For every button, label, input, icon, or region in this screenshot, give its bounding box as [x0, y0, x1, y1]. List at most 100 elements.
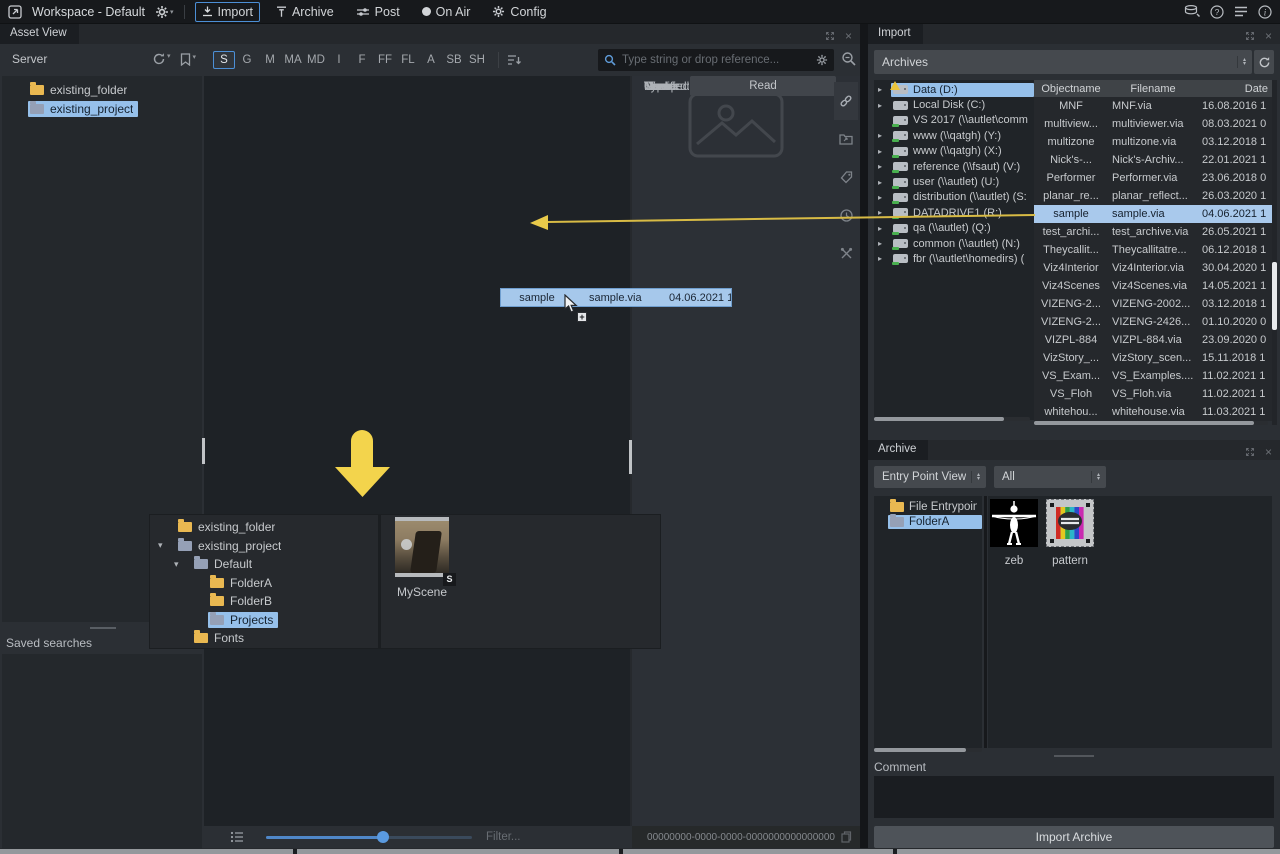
drive-tree-item[interactable]: ▸ Data (D:) [874, 82, 1034, 97]
dragged-asset-row[interactable]: sample sample.via 04.06.2021 1 [500, 288, 732, 307]
drive-tree-item[interactable]: ▸ fbr (\\autlet\homedirs) ( [874, 251, 1034, 266]
tools-icon[interactable] [834, 234, 858, 272]
workspace-icon[interactable] [8, 5, 22, 19]
table-row[interactable]: VIZENG-2... VIZENG-2426... 01.10.2020 0 [1034, 313, 1272, 331]
table-row[interactable]: VIZENG-2... VIZENG-2002... 03.12.2018 1 [1034, 295, 1272, 313]
drive-tree-item[interactable]: ▸ qa (\\autlet) (Q:) [874, 221, 1034, 236]
table-row[interactable]: sample sample.via 04.06.2021 1 [1034, 205, 1272, 223]
window-resize-bar[interactable] [0, 849, 1280, 854]
expand-panel-icon[interactable] [1245, 447, 1255, 457]
sort-icon[interactable] [507, 54, 522, 66]
copy-icon[interactable] [841, 831, 852, 843]
archive-item[interactable]: zeb [990, 499, 1038, 748]
table-row[interactable]: Nick's-... Nick's-Archiv... 22.01.2021 1 [1034, 151, 1272, 169]
table-row[interactable]: Viz4Scenes Viz4Scenes.via 14.05.2021 1 [1034, 277, 1272, 295]
drive-tree-item[interactable]: VS 2017 (\\autlet\comm [874, 113, 1034, 128]
scrollbar-thumb[interactable] [1272, 262, 1277, 330]
table-row[interactable]: VizStory_... VizStory_scen... 15.11.2018… [1034, 349, 1272, 367]
expander-icon[interactable]: ▸ [878, 193, 891, 202]
project-tree-item[interactable]: FolderA [150, 574, 378, 593]
type-filter-button[interactable]: G [236, 51, 258, 69]
expander-icon[interactable]: ▸ [878, 208, 891, 217]
list-view-icon[interactable] [230, 831, 244, 843]
project-tree-item[interactable]: ▾ existing_project [150, 537, 378, 556]
expander-icon[interactable]: ▸ [878, 254, 891, 263]
type-filter-button[interactable]: FL [397, 51, 419, 69]
server-tree-item[interactable]: existing_folder [2, 80, 202, 99]
table-row[interactable]: test_archi... test_archive.via 26.05.202… [1034, 223, 1272, 241]
table-row[interactable]: VS_Exam... VS_Examples.... 11.02.2021 1 [1034, 367, 1272, 385]
table-row[interactable]: Viz4Interior Viz4Interior.via 30.04.2020… [1034, 259, 1272, 277]
asset-browser-canvas[interactable]: sample sample.via 04.06.2021 1 + [204, 76, 630, 826]
info-icon[interactable]: i [1258, 5, 1272, 19]
expander-icon[interactable]: ▸ [878, 162, 891, 171]
project-tree-item[interactable]: FolderB [150, 592, 378, 611]
workspace-settings-gear-icon[interactable]: ▾ [155, 5, 174, 19]
refresh-button[interactable] [1254, 50, 1274, 74]
project-tree-item[interactable]: Fonts [150, 629, 378, 648]
close-panel-icon[interactable]: × [1265, 31, 1272, 41]
type-filter-button[interactable]: MD [305, 51, 327, 69]
project-tree-item[interactable]: existing_folder [150, 518, 378, 537]
drive-tree-item[interactable]: ▸ www (\\qatgh) (Y:) [874, 128, 1034, 143]
drive-tree-item[interactable]: ▸ common (\\autlet) (N:) [874, 236, 1034, 251]
type-filter-button[interactable]: SH [466, 51, 488, 69]
drive-tree-item[interactable]: ▸ reference (\\fsaut) (V:) [874, 159, 1034, 174]
expander-icon[interactable]: ▸ [878, 101, 891, 110]
table-row[interactable]: VS_Floh VS_Floh.via 11.02.2021 1 [1034, 385, 1272, 403]
table-row[interactable]: multiview... multiviewer.via 08.03.2021 … [1034, 115, 1272, 133]
entry-point-tree-item[interactable]: File Entrypoints [874, 499, 982, 515]
table-row[interactable]: multizone multizone.via 03.12.2018 1 [1034, 133, 1272, 151]
config-menu-button[interactable]: Config [486, 3, 552, 21]
expander-icon[interactable]: ▸ [878, 131, 891, 140]
expander-icon[interactable]: ▸ [878, 178, 891, 187]
type-filter-button[interactable]: M [259, 51, 281, 69]
table-row[interactable]: VIZPL-884 VIZPL-884.via 23.09.2020 0 [1034, 331, 1272, 349]
expand-panel-icon[interactable] [1245, 31, 1255, 41]
permission-button[interactable]: Read [690, 76, 836, 96]
folder-open-icon[interactable] [834, 120, 858, 158]
type-filter-button[interactable]: I [328, 51, 350, 69]
slider-knob[interactable] [377, 831, 389, 843]
type-filter-button[interactable]: A [420, 51, 442, 69]
expand-panel-icon[interactable] [825, 31, 835, 41]
search-scope-icon[interactable] [841, 51, 856, 66]
table-row[interactable]: whitehou... whitehouse.via 11.03.2021 1 [1034, 403, 1272, 421]
post-menu-button[interactable]: Post [350, 3, 406, 21]
table-row[interactable]: Theycallit... Theycallitatre... 06.12.20… [1034, 241, 1272, 259]
project-tree-item[interactable]: ▾ Default [150, 555, 378, 574]
column-header[interactable]: Objectname [1034, 83, 1108, 95]
entry-point-tree-item[interactable]: FolderA [874, 515, 982, 531]
table-row[interactable]: Performer Performer.via 23.06.2018 0 [1034, 169, 1272, 187]
server-sync-icon[interactable]: ▾ [152, 52, 171, 66]
expander-icon[interactable]: ▸ [878, 239, 891, 248]
type-filter-button[interactable]: SB [443, 51, 465, 69]
drive-tree-item[interactable]: ▸ DATADRIVE1 (R:) [874, 205, 1034, 220]
search-input[interactable] [622, 54, 810, 66]
scene-thumbnail[interactable]: S [395, 517, 449, 577]
horizontal-scrollbar[interactable] [874, 748, 982, 752]
expander-icon[interactable]: ▸ [878, 147, 891, 156]
type-filter-button[interactable]: FF [374, 51, 396, 69]
entry-point-view-dropdown[interactable]: Entry Point View ▴▾ [874, 466, 986, 488]
type-filter-button[interactable]: F [351, 51, 373, 69]
archives-dropdown[interactable]: Archives ▴▾ [874, 50, 1252, 74]
link-icon[interactable] [834, 82, 858, 120]
type-filter-button[interactable]: MA [282, 51, 304, 69]
tag-icon[interactable] [834, 158, 858, 196]
filter-input[interactable] [486, 831, 604, 843]
close-panel-icon[interactable]: × [845, 31, 852, 41]
column-header[interactable]: Date [1198, 83, 1272, 95]
comment-input[interactable] [874, 776, 1274, 818]
import-menu-button[interactable]: Import [195, 2, 260, 22]
horizontal-scrollbar[interactable] [874, 417, 1030, 421]
archive-menu-button[interactable]: Archive [270, 3, 340, 21]
table-row[interactable]: planar_re... planar_reflect... 26.03.202… [1034, 187, 1272, 205]
project-tree-item[interactable]: Projects [150, 611, 378, 630]
splitter-handle[interactable] [1054, 755, 1094, 757]
server-tree-item[interactable]: existing_project [2, 99, 202, 118]
close-panel-icon[interactable]: × [1265, 447, 1272, 457]
filter-all-dropdown[interactable]: All ▴▾ [994, 466, 1106, 488]
import-archive-button[interactable]: Import Archive [874, 826, 1274, 848]
archive-item[interactable]: pattern [1046, 499, 1094, 748]
